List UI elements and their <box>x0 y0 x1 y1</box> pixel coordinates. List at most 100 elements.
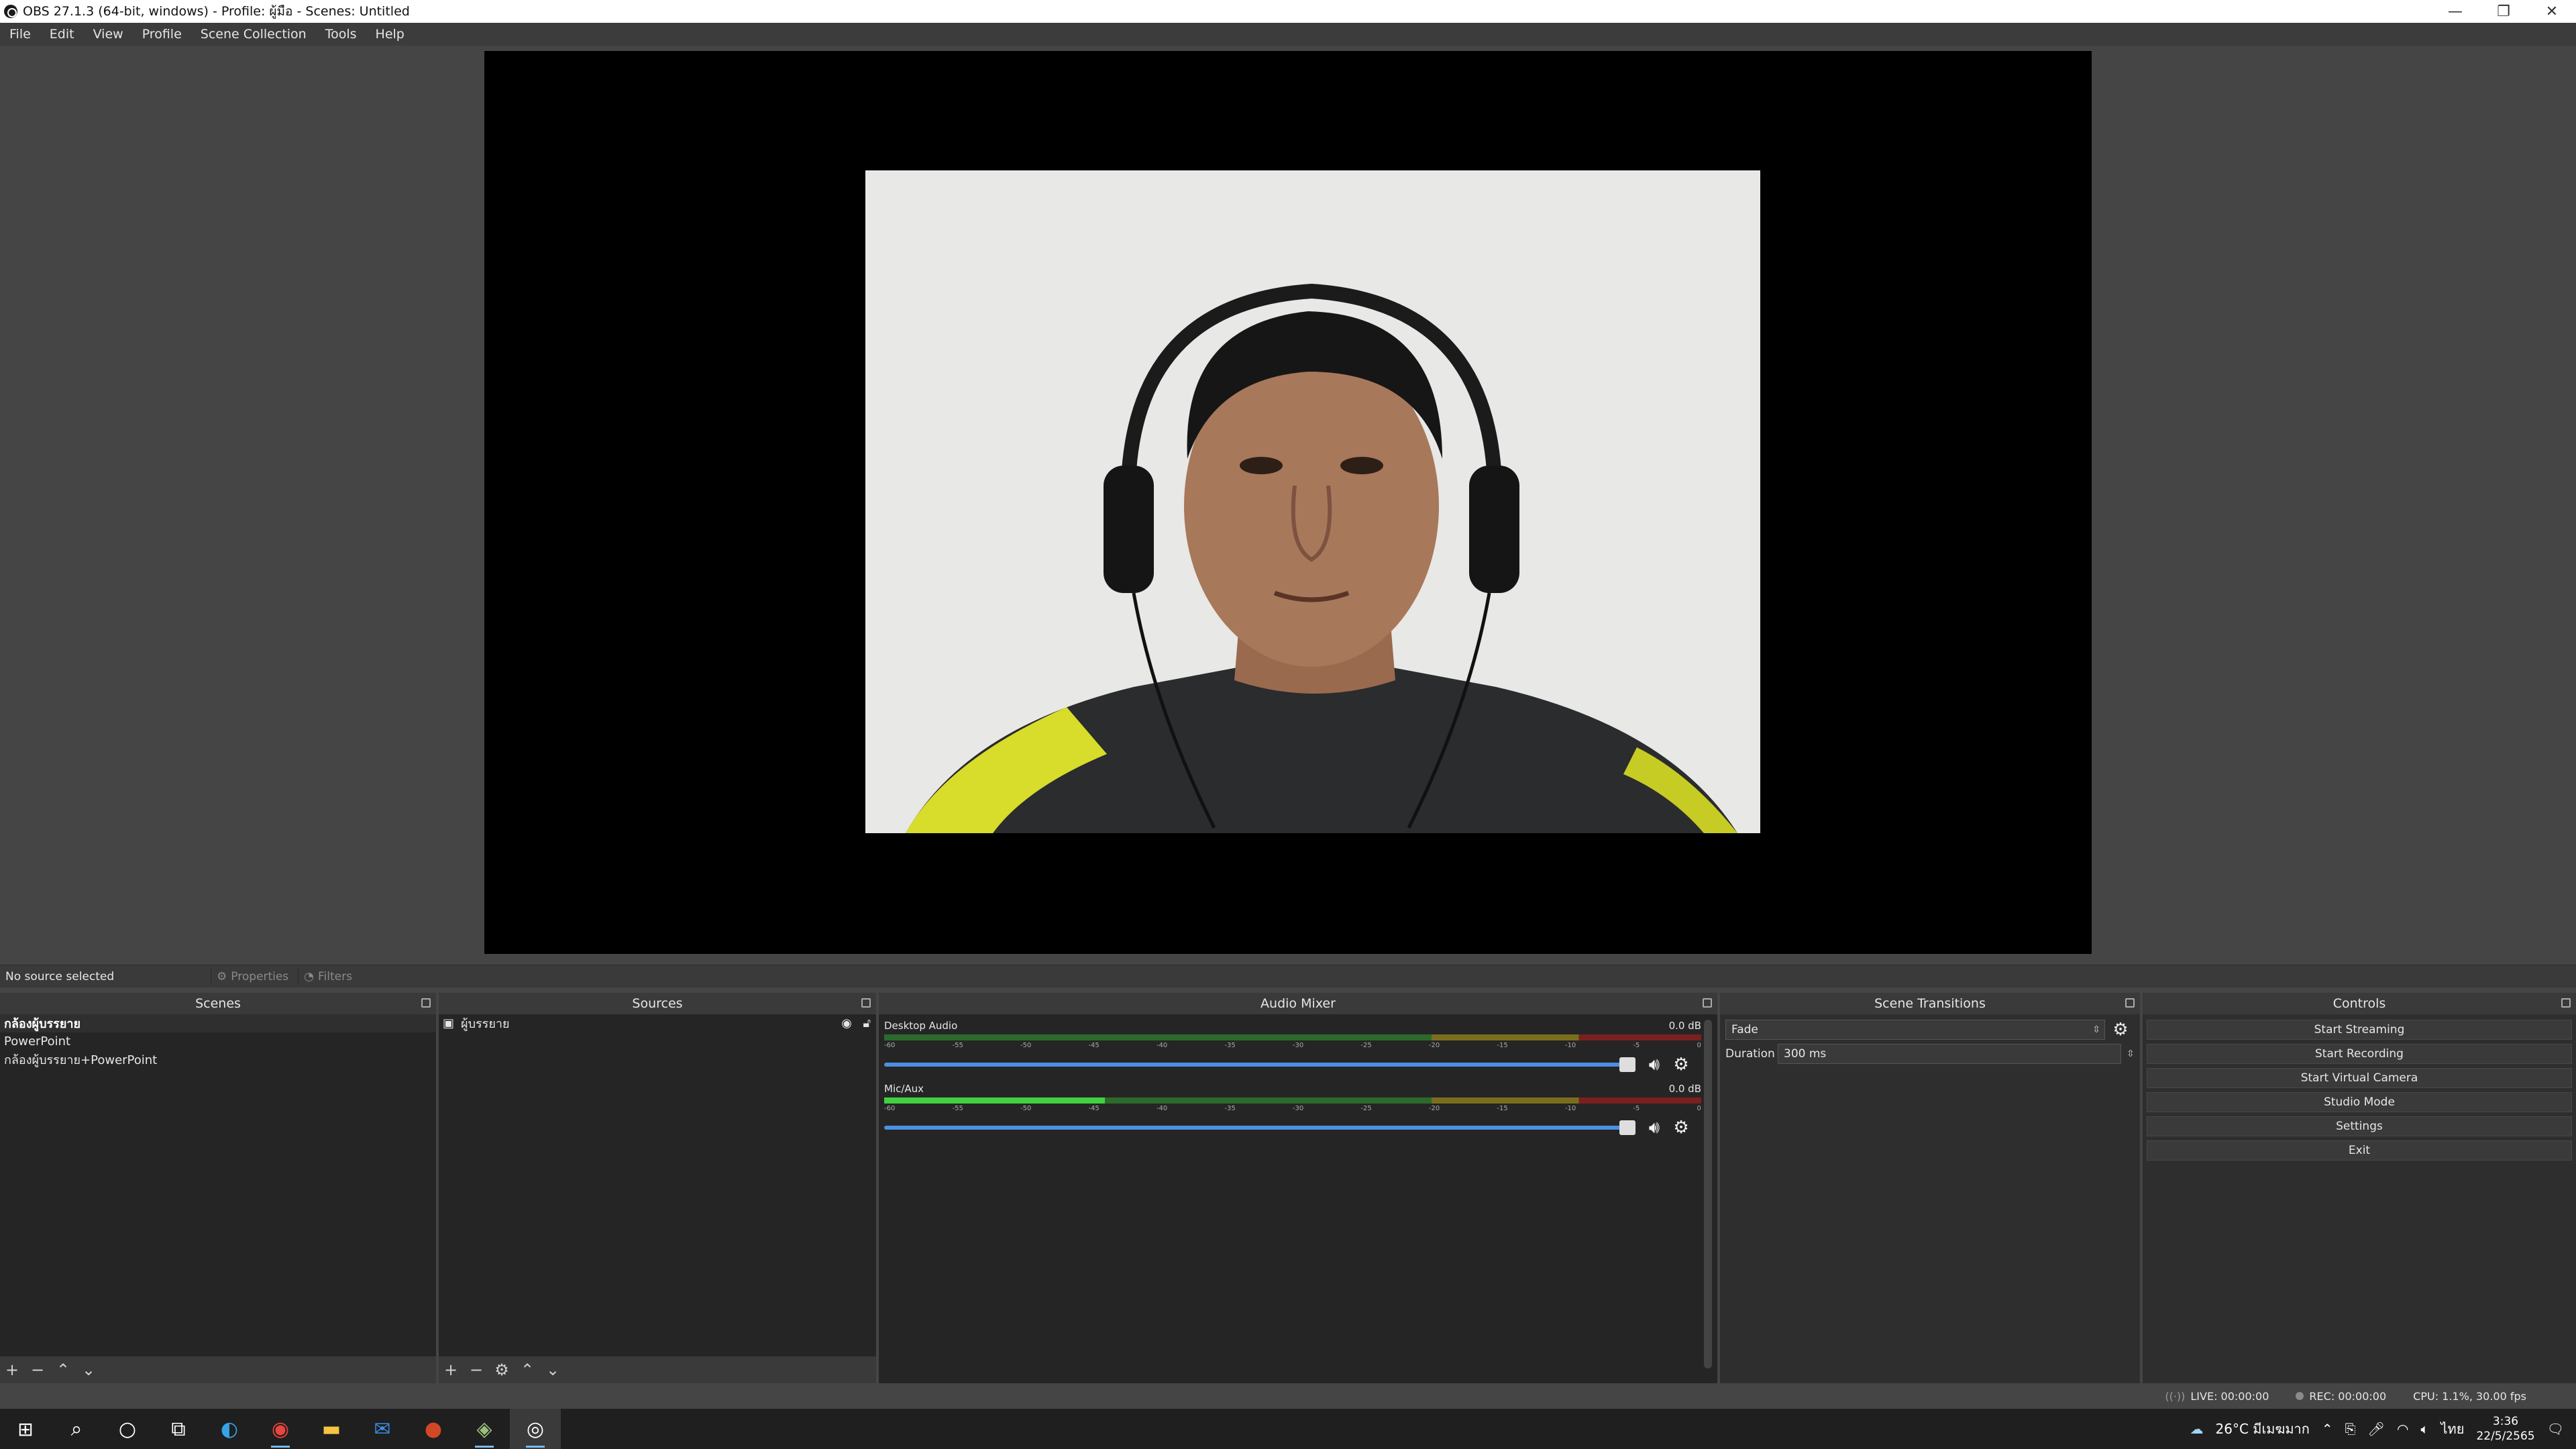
float-dock-icon[interactable] <box>2561 998 2571 1008</box>
taskbar: ⊞ ⌕ ○ ⧉ ◐ ◉ ▬ ✉ ● ◈ ◎ ☁ 26°C มีเมฆมาก ⌃ … <box>0 1409 2576 1449</box>
volume-meter <box>884 1034 1701 1040</box>
wifi-icon[interactable]: ◠ <box>2397 1421 2408 1437</box>
meter-tick: -25 <box>1360 1042 1372 1049</box>
file-explorer-icon[interactable]: ▬ <box>306 1409 357 1449</box>
move-up-icon[interactable]: ⌃ <box>519 1360 535 1379</box>
menu-edit[interactable]: Edit <box>40 27 84 42</box>
scenes-footer: + − ⌃ ⌄ <box>0 1356 436 1383</box>
stepper-icon[interactable]: ⇳ <box>2127 1049 2135 1059</box>
float-dock-icon[interactable] <box>861 998 871 1008</box>
channel-db: 0.0 dB <box>1668 1083 1701 1095</box>
menu-help[interactable]: Help <box>366 27 414 42</box>
exit-button[interactable]: Exit <box>2147 1140 2572 1161</box>
channel-name: Desktop Audio <box>884 1020 958 1032</box>
mixer-title: Audio Mixer <box>1260 996 1336 1011</box>
clock-time: 3:36 <box>2492 1415 2519 1428</box>
duration-input[interactable]: 300 ms <box>1778 1044 2121 1064</box>
menu-scene-collection[interactable]: Scene Collection <box>191 27 316 42</box>
search-icon[interactable]: ⌕ <box>51 1409 102 1449</box>
language-indicator[interactable]: ไทย <box>2440 1418 2464 1440</box>
meter-tick: -60 <box>884 1042 896 1049</box>
mail-icon[interactable]: ✉ <box>357 1409 408 1449</box>
meter-ticks: -60 -55 -50 -45 -40 -35 -30 -25 -20 -15 -10 -5 0 <box>884 1105 1701 1112</box>
move-down-icon[interactable]: ⌄ <box>545 1360 561 1379</box>
transitions-title: Scene Transitions <box>1874 996 1986 1011</box>
menu-profile[interactable]: Profile <box>133 27 191 42</box>
obs-taskbar-icon[interactable]: ◎ <box>510 1409 561 1449</box>
weather-text[interactable]: 26°C มีเมฆมาก <box>2216 1418 2310 1440</box>
float-dock-icon[interactable] <box>421 998 431 1008</box>
notification-icon[interactable]: 🗨︎ <box>2547 1421 2564 1437</box>
gear-icon[interactable]: ⚙ <box>494 1360 510 1379</box>
audio-mixer-dock: Audio Mixer Desktop Audio 0.0 dB -60 -55 -… <box>879 993 1717 1383</box>
mixer-scrollbar[interactable] <box>1704 1020 1712 1368</box>
source-item-label: ผู้บรรยาย <box>461 1017 510 1031</box>
speaker-icon[interactable]: 🔊︎ <box>1641 1055 1668 1075</box>
channel-db: 0.0 dB <box>1668 1020 1701 1032</box>
meter-tick: -55 <box>952 1042 963 1049</box>
gear-icon[interactable]: ⚙ <box>1668 1055 1695 1075</box>
studio-mode-button[interactable]: Studio Mode <box>2147 1092 2572 1112</box>
scenes-list: กล้องผู้บรรยาย PowerPoint กล้องผู้บรรยาย… <box>0 1014 436 1356</box>
chevron-updown-icon: ⇳ <box>2092 1024 2100 1035</box>
menu-view[interactable]: View <box>84 27 133 42</box>
powerpoint-icon[interactable]: ● <box>408 1409 459 1449</box>
filters-button[interactable]: ◔ Filters <box>298 967 358 985</box>
speaker-icon[interactable]: 🔊︎ <box>1641 1118 1668 1138</box>
clock-date: 22/5/2565 <box>2476 1430 2535 1443</box>
menu-file[interactable]: File <box>0 27 40 42</box>
sources-title: Sources <box>632 996 683 1011</box>
meter-tick: -55 <box>952 1105 963 1112</box>
volume-slider-handle[interactable] <box>1619 1120 1635 1135</box>
cortana-icon[interactable]: ○ <box>102 1409 153 1449</box>
start-streaming-button[interactable]: Start Streaming <box>2147 1020 2572 1040</box>
transition-select[interactable]: Fade ⇳ <box>1725 1020 2105 1040</box>
volume-slider[interactable] <box>884 1120 1635 1135</box>
clock[interactable]: 3:36 22/5/2565 <box>2476 1414 2534 1444</box>
volume-slider-handle[interactable] <box>1619 1057 1635 1072</box>
edge-icon[interactable]: ◐ <box>204 1409 255 1449</box>
add-icon[interactable]: + <box>443 1360 459 1379</box>
task-view-icon[interactable]: ⧉ <box>153 1409 204 1449</box>
scene-item[interactable]: PowerPoint <box>0 1032 436 1051</box>
cpu-fps: CPU: 1.1%, 30.00 fps <box>2413 1389 2526 1403</box>
volume-slider[interactable] <box>884 1057 1635 1072</box>
chevron-up-icon[interactable]: ⌃ <box>2322 1421 2333 1437</box>
properties-button[interactable]: ⚙ Properties <box>211 967 294 985</box>
scene-item[interactable]: กล้องผู้บรรยาย <box>0 1014 436 1032</box>
meter-tick: -15 <box>1497 1042 1508 1049</box>
settings-button[interactable]: Settings <box>2147 1116 2572 1136</box>
meter-tick: -35 <box>1224 1042 1236 1049</box>
chrome-icon[interactable]: ◉ <box>255 1409 306 1449</box>
start-recording-button[interactable]: Start Recording <box>2147 1044 2572 1064</box>
remove-icon[interactable]: − <box>30 1360 46 1379</box>
scene-item[interactable]: กล้องผู้บรรยาย+PowerPoint <box>0 1051 436 1069</box>
gear-icon[interactable]: ⚙ <box>1668 1118 1695 1138</box>
status-bar: ((·)) LIVE: 00:00:00 REC: 00:00:00 CPU: … <box>0 1383 2576 1409</box>
preview-area <box>0 46 2576 965</box>
live-time: LIVE: 00:00:00 <box>2190 1389 2269 1403</box>
preview-canvas[interactable] <box>484 51 2092 954</box>
eye-icon[interactable]: ◉ <box>841 1016 852 1030</box>
webcam-feed <box>865 170 1760 833</box>
mic-icon[interactable]: 🎤︎ <box>2368 1421 2385 1437</box>
remove-icon[interactable]: − <box>468 1360 484 1379</box>
volume-icon[interactable]: 🔈︎ <box>2420 1421 2428 1437</box>
lock-icon[interactable]: 🔓︎ <box>863 1016 871 1030</box>
title-bar: OBS 27.1.3 (64-bit, windows) - Profile: … <box>0 0 2576 23</box>
menu-tools[interactable]: Tools <box>316 27 366 42</box>
restore-button[interactable]: ❐ <box>2479 0 2528 23</box>
float-dock-icon[interactable] <box>2125 998 2135 1008</box>
start-virtual-camera-button[interactable]: Start Virtual Camera <box>2147 1068 2572 1088</box>
move-up-icon[interactable]: ⌃ <box>55 1360 71 1379</box>
move-down-icon[interactable]: ⌄ <box>80 1360 97 1379</box>
close-button[interactable]: ✕ <box>2528 0 2576 23</box>
add-icon[interactable]: + <box>4 1360 20 1379</box>
source-item[interactable]: ▣ ผู้บรรยาย ◉ 🔓︎ <box>439 1014 876 1032</box>
float-dock-icon[interactable] <box>1703 998 1712 1008</box>
windows-start-icon[interactable]: ⊞ <box>0 1409 51 1449</box>
app-icon[interactable]: ◈ <box>459 1409 510 1449</box>
minimize-button[interactable]: — <box>2431 0 2479 23</box>
network-icon[interactable]: ⎘ <box>2345 1421 2356 1437</box>
gear-icon[interactable]: ⚙ <box>2110 1020 2131 1040</box>
